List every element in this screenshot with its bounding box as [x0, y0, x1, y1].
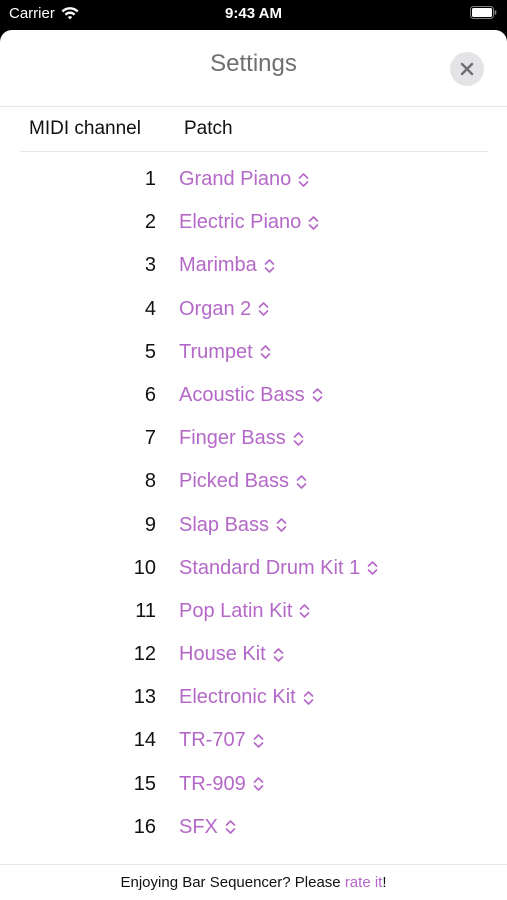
patch-label: House Kit	[179, 643, 266, 666]
chevron-up-down-icon	[308, 215, 319, 230]
settings-sheet: Settings MIDI channel Patch 1 Grand Pian…	[0, 30, 507, 900]
patch-picker[interactable]: Grand Piano	[179, 168, 310, 191]
patch-picker[interactable]: Standard Drum Kit 1	[179, 557, 379, 580]
midi-channel-number: 3	[144, 254, 156, 277]
chevron-up-down-icon	[296, 475, 307, 489]
chevron-up-down-icon	[258, 302, 269, 316]
midi-channel-number: 2	[144, 211, 156, 234]
patch-picker[interactable]: TR-707	[179, 729, 265, 752]
column-header-patch: Patch	[184, 118, 233, 139]
midi-channel-number: 9	[144, 513, 156, 536]
table-row: 8 Picked Bass	[0, 459, 507, 502]
chevron-up-down-icon	[225, 820, 236, 835]
close-button[interactable]	[450, 52, 484, 86]
patch-label: TR-909	[179, 772, 246, 795]
patch-label: Electronic Kit	[179, 686, 296, 709]
midi-channel-number: 16	[133, 815, 156, 838]
patch-picker[interactable]: Electronic Kit	[179, 686, 315, 709]
midi-channel-number: 14	[133, 729, 156, 752]
page-title: Settings	[210, 50, 297, 77]
chevron-up-down-icon	[253, 777, 264, 791]
chevron-up-down-icon	[264, 259, 275, 273]
patch-picker[interactable]: Trumpet	[179, 341, 272, 364]
table-header: MIDI channel Patch	[20, 114, 488, 152]
table-row: 13 Electronic Kit	[0, 675, 507, 718]
sheet-header: Settings	[0, 30, 507, 107]
patch-label: Trumpet	[179, 340, 253, 363]
patch-label: Electric Piano	[179, 211, 302, 234]
patch-label: TR-707	[179, 729, 246, 752]
midi-channel-number: 8	[144, 470, 156, 493]
rate-it-link[interactable]: rate it	[345, 874, 383, 891]
table-row: 3 Marimba	[0, 243, 507, 286]
patch-picker[interactable]: Pop Latin Kit	[179, 600, 311, 623]
chevron-up-down-icon	[276, 518, 287, 532]
table-row: 11 Pop Latin Kit	[0, 589, 507, 632]
table-row: 12 House Kit	[0, 632, 507, 675]
patch-picker[interactable]: Picked Bass	[179, 470, 308, 493]
patch-picker[interactable]: House Kit	[179, 643, 285, 666]
rate-app-footer: Enjoying Bar Sequencer? Please rate it!	[0, 864, 507, 900]
table-row: 16 SFX	[0, 805, 507, 848]
table-row: 15 TR-909	[0, 762, 507, 805]
patch-label: Standard Drum Kit 1	[179, 556, 361, 579]
table-row: 14 TR-707	[0, 718, 507, 761]
chevron-up-down-icon	[300, 604, 310, 619]
table-row: 2 Electric Piano	[0, 200, 507, 243]
patch-picker[interactable]: Electric Piano	[179, 211, 320, 234]
midi-channel-number: 4	[144, 297, 156, 320]
status-time: 9:43 AM	[225, 5, 282, 22]
table-row: 1 Grand Piano	[0, 157, 507, 200]
patch-label: Grand Piano	[179, 168, 292, 190]
chevron-up-down-icon	[298, 172, 309, 187]
patch-label: SFX	[179, 815, 218, 838]
patch-picker[interactable]: Finger Bass	[179, 427, 305, 450]
patch-label: Marimba	[179, 254, 257, 277]
table-row: 4 Organ 2	[0, 287, 507, 330]
patch-label: Picked Bass	[179, 470, 290, 493]
chevron-up-down-icon	[273, 647, 284, 662]
midi-channel-number: 5	[144, 340, 156, 363]
screen: Carrier 9:43 AM Settings MIDI channel Pa…	[0, 0, 507, 900]
patch-picker[interactable]: Marimba	[179, 254, 276, 277]
chevron-up-down-icon	[303, 690, 314, 705]
midi-channel-number: 10	[133, 556, 156, 579]
patch-table: 1 Grand Piano 2 Electric Piano 3 Marimba	[0, 157, 507, 848]
patch-label: Acoustic Bass	[179, 383, 305, 406]
midi-channel-number: 7	[144, 427, 156, 450]
table-row: 5 Trumpet	[0, 330, 507, 373]
patch-label: Finger Bass	[179, 427, 286, 450]
battery-icon	[470, 6, 497, 23]
patch-picker[interactable]: TR-909	[179, 773, 265, 796]
patch-label: Slap Bass	[179, 513, 270, 536]
footer-text: Enjoying Bar Sequencer? Please	[120, 874, 345, 891]
close-icon	[460, 62, 474, 76]
chevron-up-down-icon	[312, 388, 322, 403]
midi-channel-number: 12	[133, 643, 156, 666]
chevron-up-down-icon	[253, 734, 264, 748]
chevron-up-down-icon	[293, 431, 304, 446]
midi-channel-number: 6	[144, 383, 156, 406]
midi-channel-number: 15	[133, 772, 156, 795]
table-row: 10 Standard Drum Kit 1	[0, 546, 507, 589]
footer-suffix: !	[382, 874, 387, 891]
patch-label: Pop Latin Kit	[179, 599, 293, 622]
midi-channel-number: 13	[133, 686, 156, 709]
patch-label: Organ 2	[179, 297, 252, 320]
column-header-midi-channel: MIDI channel	[29, 118, 141, 139]
table-row: 7 Finger Bass	[0, 416, 507, 459]
patch-picker[interactable]: SFX	[179, 816, 237, 839]
midi-channel-number: 11	[135, 599, 156, 622]
table-row: 6 Acoustic Bass	[0, 373, 507, 416]
chevron-up-down-icon	[367, 561, 378, 575]
status-bar: Carrier 9:43 AM	[0, 0, 507, 28]
patch-picker[interactable]: Organ 2	[179, 298, 270, 321]
midi-channel-number: 1	[144, 168, 156, 190]
patch-picker[interactable]: Slap Bass	[179, 514, 288, 537]
table-row: 9 Slap Bass	[0, 503, 507, 546]
patch-picker[interactable]: Acoustic Bass	[179, 384, 324, 407]
chevron-up-down-icon	[260, 345, 271, 360]
